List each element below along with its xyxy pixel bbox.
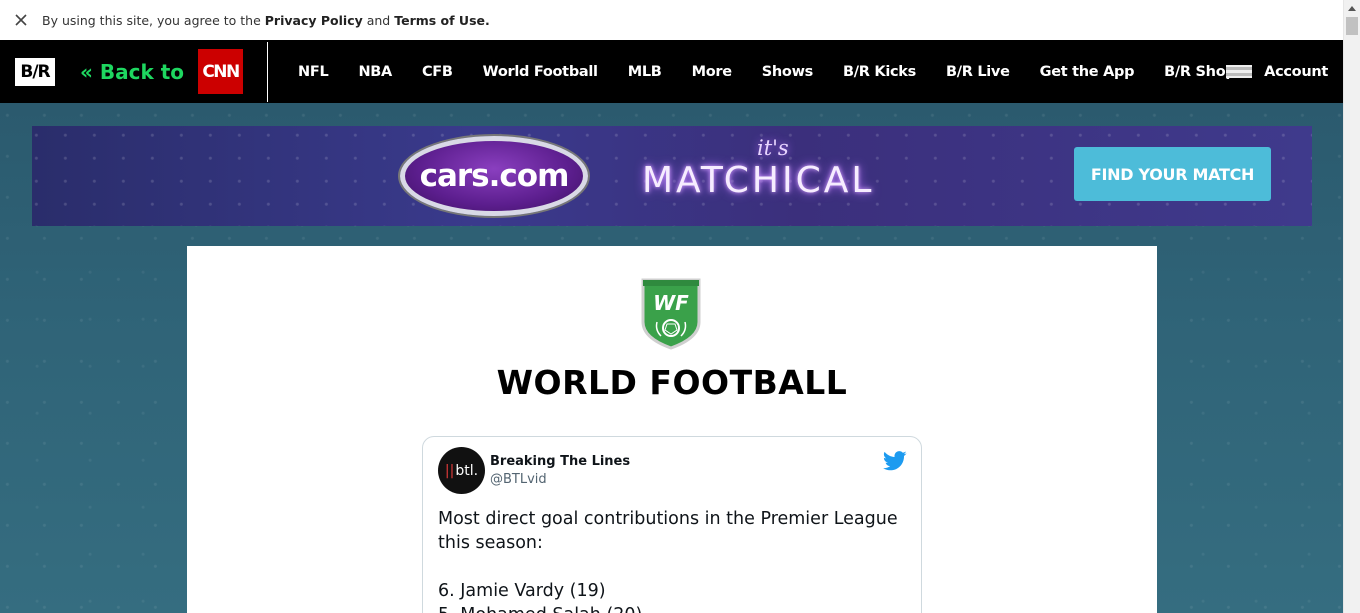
- top-navbar: B/R « Back to CNN NFL NBA CFB World Foot…: [0, 40, 1343, 103]
- cookie-text-middle: and: [362, 12, 395, 28]
- cookie-text-prefix: By using this site, you agree to the: [42, 12, 265, 28]
- scrollbar-thumb[interactable]: [1346, 17, 1358, 35]
- nav-menu: NFL NBA CFB World Football MLB More Show…: [283, 64, 1250, 80]
- world-football-badge-icon: WF: [641, 278, 701, 350]
- account-button[interactable]: Account: [1226, 40, 1328, 103]
- find-your-match-button[interactable]: FIND YOUR MATCH: [1074, 147, 1271, 201]
- tweet-author-handle[interactable]: @BTLvid: [490, 472, 547, 487]
- tweet-text: Most direct goal contributions in the Pr…: [438, 507, 908, 613]
- carscom-logo: cars.com: [400, 136, 588, 216]
- avatar[interactable]: || btl.: [438, 447, 485, 494]
- close-icon[interactable]: [0, 0, 42, 40]
- nav-item-mlb[interactable]: MLB: [613, 64, 677, 80]
- cookie-consent-bar: By using this site, you agree to the Pri…: [0, 0, 1343, 40]
- ad-tagline: MATCHICAL: [642, 160, 875, 201]
- scroll-up-arrow-icon[interactable]: [1344, 0, 1360, 17]
- ad-banner[interactable]: cars.com it's MATCHICAL FIND YOUR MATCH: [32, 126, 1312, 226]
- tweet-line: 5. Mohamed Salah (20): [438, 603, 908, 613]
- tweet-author-name[interactable]: Breaking The Lines: [490, 454, 630, 469]
- twitter-bird-icon[interactable]: [883, 451, 907, 471]
- tweet-embed[interactable]: || btl. Breaking The Lines @BTLvid Most d…: [422, 436, 922, 613]
- vertical-scrollbar[interactable]: [1343, 0, 1360, 613]
- cookie-text: By using this site, you agree to the Pri…: [42, 13, 490, 28]
- cnn-logo[interactable]: CNN: [198, 49, 244, 94]
- us-flag-icon: [1226, 64, 1253, 79]
- tweet-line: 6. Jamie Vardy (19): [438, 581, 606, 601]
- avatar-mark: ||: [444, 462, 455, 479]
- nav-item-br-kicks[interactable]: B/R Kicks: [828, 64, 931, 80]
- terms-of-use-link[interactable]: Terms of Use.: [394, 13, 490, 28]
- badge-text: WF: [653, 291, 689, 315]
- nav-item-nfl[interactable]: NFL: [283, 64, 343, 80]
- tweet-line: [438, 555, 908, 579]
- tweet-line: Most direct goal contributions in the Pr…: [438, 509, 898, 553]
- page-title: WORLD FOOTBALL: [496, 363, 848, 402]
- nav-item-get-the-app[interactable]: Get the App: [1025, 64, 1150, 80]
- nav-item-nba[interactable]: NBA: [343, 64, 407, 80]
- avatar-text: btl.: [455, 462, 479, 479]
- nav-item-br-live[interactable]: B/R Live: [931, 64, 1025, 80]
- main-content: WF WORLD FOOTBALL || btl. Breaking The Li…: [187, 246, 1157, 613]
- nav-divider: [267, 41, 269, 102]
- ad-tagline-small: it's: [757, 136, 789, 160]
- nav-item-more[interactable]: More: [677, 64, 747, 80]
- nav-item-cfb[interactable]: CFB: [407, 64, 468, 80]
- back-to-cnn-link[interactable]: « Back to: [80, 60, 184, 84]
- br-logo[interactable]: B/R: [15, 57, 55, 86]
- nav-item-world-football[interactable]: World Football: [468, 64, 613, 80]
- account-label: Account: [1264, 63, 1328, 80]
- privacy-policy-link[interactable]: Privacy Policy: [265, 13, 363, 28]
- nav-item-shows[interactable]: Shows: [747, 64, 828, 80]
